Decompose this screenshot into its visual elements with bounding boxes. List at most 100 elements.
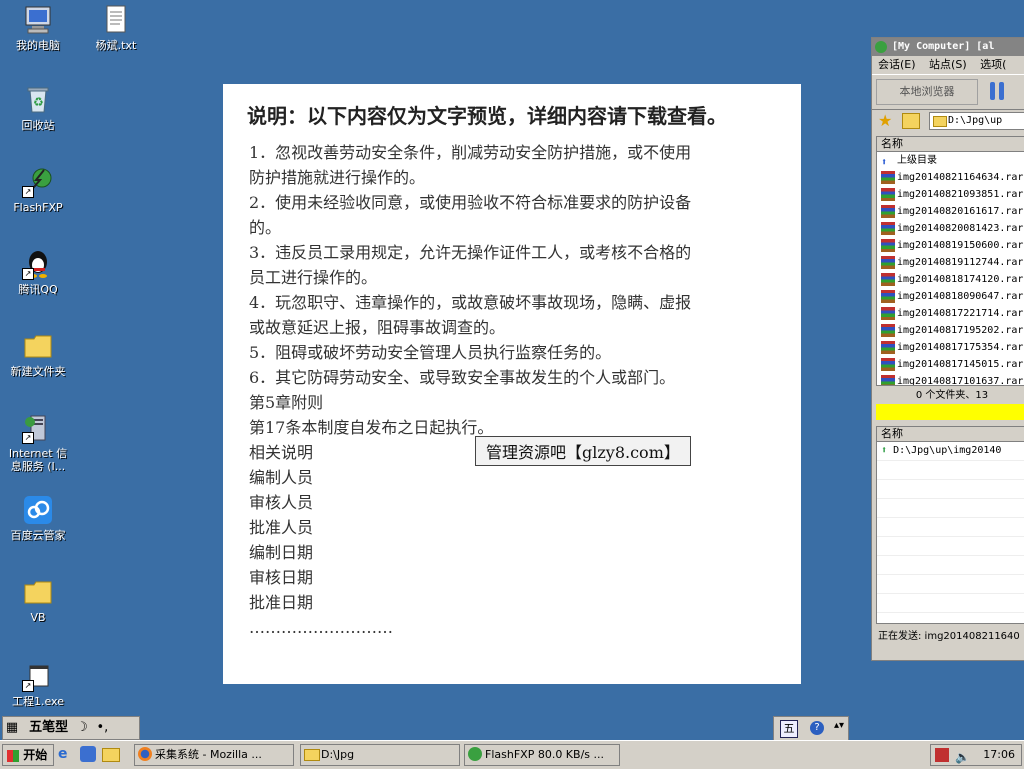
document-title: 说明：以下内容仅为文字预览，详细内容请下载查看。	[247, 104, 727, 128]
column-header-name[interactable]: 名称	[877, 137, 1024, 152]
desktop-icon-qq[interactable]: ↗ 腾讯QQ	[0, 248, 76, 296]
ie-quicklaunch-icon[interactable]: e	[58, 746, 74, 762]
pause-icon[interactable]	[990, 82, 1006, 100]
windows-logo-icon	[7, 749, 19, 762]
desktop-icon-my-computer[interactable]: 我的电脑	[0, 4, 76, 52]
list-item[interactable]: img20140817195202.rar	[877, 322, 1024, 339]
desktop-icon-label: Internet 信	[8, 447, 68, 460]
ime-name[interactable]: 五笔型	[25, 717, 72, 739]
menu-sites[interactable]: 站点(S)	[929, 58, 967, 71]
queue-item[interactable]: ⬆ D:\Jpg\up\img20140	[877, 442, 1024, 461]
document-line: 员工进行操作的。	[249, 268, 378, 287]
list-item[interactable]: img20140817145015.rar	[877, 356, 1024, 373]
rar-archive-icon	[881, 323, 895, 337]
taskbar-item-folder[interactable]: D:\Jpg	[300, 744, 460, 766]
desktop-icon-label: 回收站	[21, 119, 55, 132]
list-item[interactable]: img20140820081423.rar	[877, 220, 1024, 237]
menu-options[interactable]: 选项(	[980, 58, 1006, 71]
queue-list[interactable]: 名称 ⬆ D:\Jpg\up\img20140	[876, 426, 1024, 624]
file-name: img20140817195202.rar	[897, 325, 1024, 336]
rar-archive-icon	[881, 221, 895, 235]
local-file-list[interactable]: 名称 ⬆ 上级目录 img20140821164634.rar img201408…	[876, 136, 1024, 386]
desktop-icon-baidu-cloud[interactable]: 百度云管家	[0, 494, 76, 542]
file-name: img20140817145015.rar	[897, 359, 1024, 370]
list-item[interactable]: img20140821164634.rar	[877, 169, 1024, 186]
desktop-icon-flashfxp[interactable]: ↗ FlashFXP	[0, 166, 76, 214]
desktop-icon-iis[interactable]: ↗ Internet 信 息服务 (I...	[0, 412, 76, 473]
desktop-icon-label: 我的电脑	[16, 39, 60, 52]
queue-empty-row	[877, 499, 1024, 518]
flashfxp-window[interactable]: [My Computer] [al 会话(E) 站点(S) 选项( 本地浏览器 …	[871, 37, 1024, 661]
address-bar: ★ D:\Jpg\up	[872, 110, 1024, 132]
document-line: 批准人员	[249, 518, 314, 537]
list-item[interactable]: img20140820161617.rar	[877, 203, 1024, 220]
local-browser-button[interactable]: 本地浏览器	[876, 79, 978, 105]
list-item-parent[interactable]: ⬆ 上级目录	[877, 152, 1024, 169]
file-name: img20140821093851.rar	[897, 189, 1024, 200]
explorer-quicklaunch-icon[interactable]	[80, 746, 96, 762]
menu-session[interactable]: 会话(E)	[878, 58, 916, 71]
list-item[interactable]: img20140818090647.rar	[877, 288, 1024, 305]
list-item[interactable]: img20140817101637.rar	[877, 373, 1024, 385]
path-input[interactable]: D:\Jpg\up	[929, 112, 1024, 130]
ime-switch-icon[interactable]: 五	[780, 720, 798, 738]
path-value: D:\Jpg\up	[948, 115, 1003, 126]
tray-speaker-icon[interactable]: 🔈	[955, 747, 970, 767]
file-name: img20140818090647.rar	[897, 291, 1024, 302]
punctuation-icon[interactable]: •,	[96, 717, 116, 739]
file-name: img20140818174120.rar	[897, 274, 1024, 285]
list-item[interactable]: img20140819150600.rar	[877, 237, 1024, 254]
document-line: 批准日期	[249, 593, 314, 612]
ime-logo-icon[interactable]: ▦	[3, 717, 21, 739]
folder-icon	[22, 330, 54, 362]
desktop-icon-label: VB	[30, 611, 46, 624]
language-bar[interactable]: 五 ? ▴▾	[773, 716, 849, 742]
list-item[interactable]: img20140821093851.rar	[877, 186, 1024, 203]
desktop-icon-label: 工程1.exe	[11, 695, 64, 708]
document-line: 2．使用未经验收同意，或使用验收不符合标准要求的防护设备	[249, 193, 692, 212]
document-line: 的。	[249, 218, 282, 237]
queue-empty-row	[877, 461, 1024, 480]
list-item[interactable]: img20140817175354.rar	[877, 339, 1024, 356]
desktop-icon-recycle-bin[interactable]: ♻ 回收站	[0, 84, 76, 132]
start-button[interactable]: 开始	[2, 744, 54, 766]
folder-quicklaunch-icon[interactable]	[102, 748, 120, 762]
star-icon[interactable]: ★	[878, 111, 892, 130]
list-item[interactable]: img20140818174120.rar	[877, 271, 1024, 288]
rar-archive-icon	[881, 187, 895, 201]
queue-empty-row	[877, 480, 1024, 499]
file-name: img20140817175354.rar	[897, 342, 1024, 353]
desktop-icon-label-line2: 息服务 (I...	[10, 460, 66, 473]
file-name: img20140820081423.rar	[897, 223, 1024, 234]
half-width-moon-icon[interactable]: ☽	[76, 717, 92, 739]
desktop-icon-text-file[interactable]: 杨斌.txt	[78, 4, 154, 52]
options-arrow-icon[interactable]: ▴▾	[834, 720, 844, 731]
clock[interactable]: 17:06	[983, 748, 1015, 761]
list-item[interactable]: img20140819112744.rar	[877, 254, 1024, 271]
desktop-icon-label: FlashFXP	[13, 201, 63, 214]
baidu-cloud-icon	[22, 494, 54, 526]
taskbar-item-firefox[interactable]: 采集系统 - Mozilla ...	[134, 744, 294, 766]
window-titlebar[interactable]: [My Computer] [al	[872, 38, 1024, 56]
desktop-icon-exe[interactable]: ↗ 工程1.exe	[0, 660, 76, 708]
folder-status: 0 个文件夹、13	[915, 390, 989, 401]
document-line: ………………………	[249, 618, 393, 637]
up-folder-icon[interactable]	[902, 113, 920, 129]
rar-archive-icon	[881, 170, 895, 184]
help-icon[interactable]: ?	[810, 721, 824, 735]
list-item[interactable]: img20140817221714.rar	[877, 305, 1024, 322]
tray-app-icon[interactable]	[935, 748, 949, 762]
rar-archive-icon	[881, 357, 895, 371]
rar-archive-icon	[881, 272, 895, 286]
document-line: 编制日期	[249, 543, 314, 562]
queue-column-header[interactable]: 名称	[877, 427, 1024, 442]
ime-toolbar[interactable]: ▦ 五笔型 ☽ •, ⌨	[2, 716, 140, 757]
desktop-icon-new-folder[interactable]: 新建文件夹	[0, 330, 76, 378]
taskbar-item-flashfxp[interactable]: FlashFXP 80.0 KB/s ...	[464, 744, 620, 766]
flashfxp-icon	[468, 747, 482, 761]
up-arrow-icon: ⬆	[881, 156, 888, 168]
file-name: img20140817221714.rar	[897, 308, 1024, 319]
folder-icon	[304, 749, 320, 761]
desktop-icon-vb-folder[interactable]: VB	[0, 576, 76, 624]
upload-arrow-icon: ⬆	[881, 445, 888, 456]
